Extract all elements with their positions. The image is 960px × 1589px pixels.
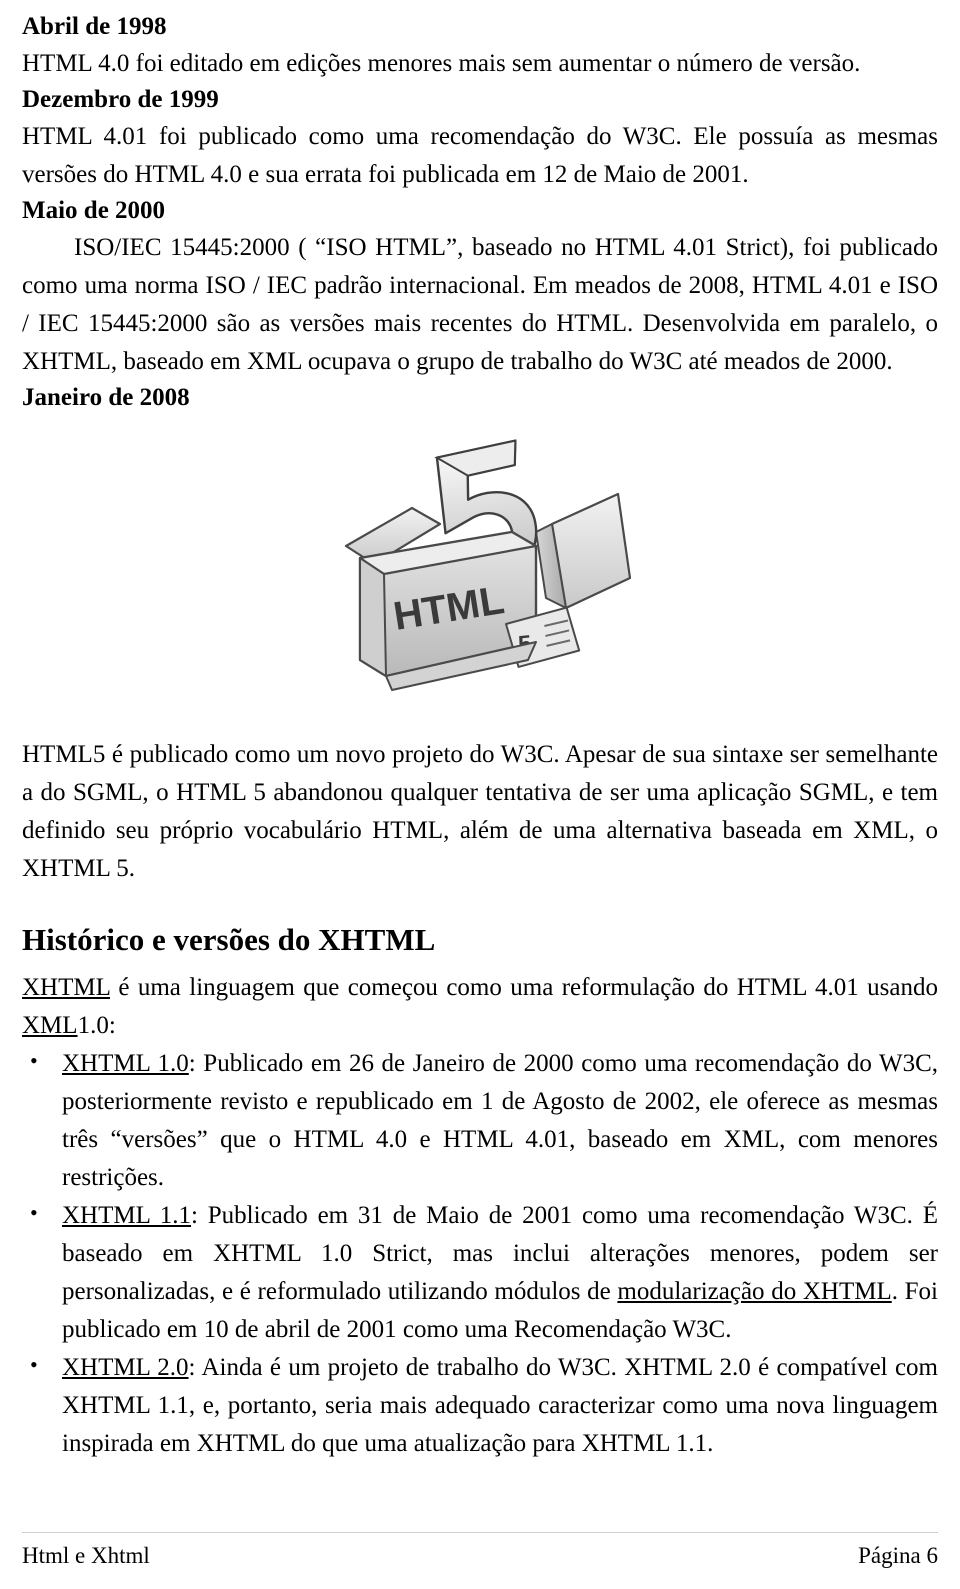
- heading-abril-1998: Abril de 1998: [22, 13, 167, 40]
- section-title-xhtml: Histórico e versões do XHTML: [22, 922, 436, 957]
- footer-left-text: Html e Xhtml: [22, 1543, 150, 1569]
- bullet-text-xhtml-20: : Ainda é um projeto de trabalho do W3C.…: [62, 1354, 938, 1458]
- bullet-text-xhtml-10: : Publicado em 26 de Janeiro de 2000 com…: [62, 1050, 938, 1192]
- list-item: XHTML 2.0: Ainda é um projeto de trabalh…: [22, 1348, 938, 1463]
- figure-html5-box: HTML 5: [22, 428, 938, 718]
- heading-maio-2000: Maio de 2000: [22, 197, 166, 224]
- paragraph-abril-1998: HTML 4.0 foi editado em edições menores …: [22, 50, 861, 77]
- bullet-label-xhtml-10: XHTML 1.0: [62, 1050, 189, 1078]
- heading-janeiro-2008: Janeiro de 2008: [22, 384, 190, 411]
- heading-dezembro-1999: Dezembro de 1999: [22, 86, 219, 113]
- paragraph-maio-2000: ISO/IEC 15445:2000 ( “ISO HTML”, baseado…: [22, 234, 938, 375]
- page-footer: Html e Xhtml Página 6: [22, 1541, 938, 1571]
- intro-text-1: é uma linguagem que começou como uma ref…: [109, 974, 938, 1002]
- intro-text-2: 1.0:: [77, 1012, 116, 1040]
- link-xhtml[interactable]: XHTML: [22, 974, 110, 1001]
- footer-divider: [22, 1532, 938, 1533]
- html5-box-illustration: HTML 5: [344, 439, 632, 691]
- link-modularizacao-xhtml[interactable]: modularização do XHTML: [617, 1278, 891, 1305]
- link-xml[interactable]: XML: [22, 1012, 78, 1039]
- bullet-label-xhtml-20: XHTML 2.0: [62, 1354, 189, 1382]
- footer-page-number: Página 6: [858, 1543, 938, 1569]
- document-page: Abril de 1998 HTML 4.0 foi editado em ed…: [0, 0, 960, 1589]
- bullet-text-xhtml-11: : Publicado em 31 de Maio de 2001 como u…: [62, 1202, 938, 1344]
- xhtml-versions-list: XHTML 1.0: Publicado em 26 de Janeiro de…: [22, 1044, 938, 1463]
- list-item: XHTML 1.0: Publicado em 26 de Janeiro de…: [22, 1044, 938, 1197]
- list-item: XHTML 1.1: Publicado em 31 de Maio de 20…: [22, 1196, 938, 1349]
- paragraph-html5: HTML5 é publicado como um novo projeto d…: [22, 741, 938, 882]
- paragraph-xhtml-intro: XHTML é uma linguagem que começou como u…: [22, 969, 938, 1045]
- bullet-label-xhtml-11: XHTML 1.1: [62, 1202, 192, 1230]
- paragraph-dezembro-1999: HTML 4.01 foi publicado como uma recomen…: [22, 123, 938, 188]
